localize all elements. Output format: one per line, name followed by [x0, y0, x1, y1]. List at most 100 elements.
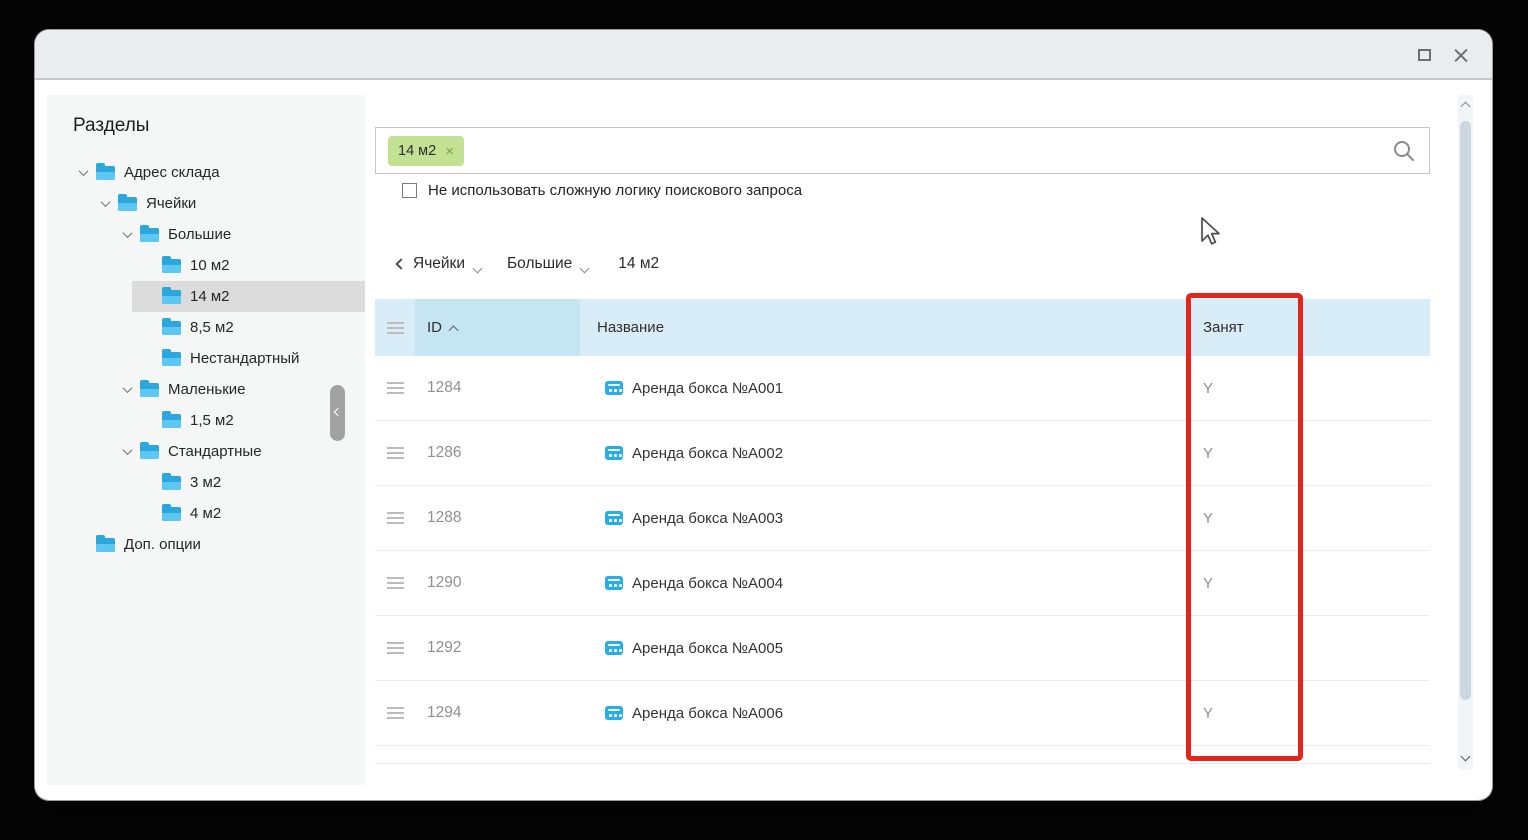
cell-occupied: Y — [1184, 421, 1430, 485]
dropdown-chevron-icon[interactable] — [580, 263, 590, 273]
drag-handle-icon[interactable] — [387, 577, 404, 589]
tree-item[interactable]: Большие — [47, 219, 365, 250]
simple-logic-checkbox-row: Не использовать сложную логику поисковог… — [402, 182, 802, 199]
cell-name[interactable]: Аренда бокса №A002 — [632, 445, 783, 462]
breadcrumb-item-large[interactable]: Большие — [507, 255, 572, 273]
tree-item-label: 14 м2 — [190, 288, 230, 305]
cell-occupied: Y — [1184, 356, 1430, 420]
cell-name[interactable]: Аренда бокса №A005 — [632, 640, 783, 657]
tree-item-label: 3 м2 — [190, 474, 221, 491]
tree-item[interactable]: Маленькие — [47, 374, 365, 405]
simple-logic-checkbox[interactable] — [402, 183, 417, 198]
maximize-button[interactable] — [1418, 49, 1431, 61]
folder-icon — [162, 290, 181, 304]
folder-icon — [162, 352, 181, 366]
drag-handle-icon[interactable] — [387, 382, 404, 394]
table-row[interactable]: 1290 Аренда бокса №A004 Y — [375, 551, 1430, 616]
tree-item-label: Ячейки — [146, 195, 196, 212]
tree-item[interactable]: Нестандартный — [47, 343, 365, 374]
expand-chevron-icon[interactable] — [120, 386, 134, 393]
cell-name[interactable]: Аренда бокса №A003 — [632, 510, 783, 527]
folder-icon — [140, 228, 159, 242]
tree-item[interactable]: Ячейки — [47, 188, 365, 219]
expand-chevron-icon[interactable] — [76, 169, 90, 176]
cell-occupied: Y — [1184, 551, 1430, 615]
table-row[interactable]: 1286 Аренда бокса №A002 Y — [375, 421, 1430, 486]
table-row[interactable]: 1294 Аренда бокса №A006 Y — [375, 681, 1430, 746]
element-icon — [605, 641, 623, 655]
header-menu-icon[interactable] — [387, 322, 404, 334]
search-icon[interactable] — [1392, 139, 1416, 163]
tree-item[interactable]: 8,5 м2 — [47, 312, 365, 343]
element-icon — [605, 446, 623, 460]
tree-item-label: Адрес склада — [124, 164, 220, 181]
cell-id: 1286 — [415, 421, 580, 485]
folder-icon — [140, 383, 159, 397]
tree-item[interactable]: Доп. опции — [47, 529, 365, 560]
tree-item[interactable]: Адрес склада — [47, 157, 365, 188]
scroll-up-icon[interactable] — [1461, 102, 1471, 112]
window-titlebar — [35, 30, 1492, 80]
folder-icon — [96, 538, 115, 552]
element-icon — [605, 381, 623, 395]
drag-handle-icon[interactable] — [387, 707, 404, 719]
tree-item-label: 8,5 м2 — [190, 319, 234, 336]
tree-item[interactable]: 1,5 м2 — [47, 405, 365, 436]
expand-chevron-icon[interactable] — [98, 200, 112, 207]
main-content: 14 м2 × Не использовать сложную логику п… — [375, 95, 1432, 785]
tree-item-label: Стандартные — [168, 443, 262, 460]
cell-name[interactable]: Аренда бокса №A001 — [632, 380, 783, 397]
cell-name[interactable]: Аренда бокса №A006 — [632, 705, 783, 722]
tree-item[interactable]: 3 м2 — [47, 467, 365, 498]
sidebar-collapse-handle[interactable] — [330, 385, 345, 441]
tree-item[interactable]: 14 м2 — [47, 281, 365, 312]
remove-tag-icon[interactable]: × — [445, 144, 454, 159]
folder-icon — [162, 321, 181, 335]
table-row[interactable]: 1292 Аренда бокса №A005 — [375, 616, 1430, 681]
table-header: ID Название Занят — [375, 299, 1430, 356]
scroll-down-icon[interactable] — [1461, 752, 1471, 762]
element-icon — [605, 511, 623, 525]
column-header-occupied[interactable]: Занят — [1184, 299, 1430, 356]
search-input[interactable]: 14 м2 × — [375, 127, 1430, 174]
breadcrumb-item-cells[interactable]: Ячейки — [413, 255, 465, 273]
cell-id: 1288 — [415, 486, 580, 550]
drag-handle-icon[interactable] — [387, 512, 404, 524]
drag-handle-icon[interactable] — [387, 642, 404, 654]
tree-item-label: 1,5 м2 — [190, 412, 234, 429]
folder-icon — [162, 414, 181, 428]
dropdown-chevron-icon[interactable] — [473, 263, 483, 273]
close-button[interactable] — [1452, 47, 1469, 64]
app-window: Разделы Адрес склада Ячейки Большие 10 м… — [35, 30, 1492, 800]
simple-logic-checkbox-label: Не использовать сложную логику поисковог… — [428, 182, 802, 199]
scrollbar-thumb[interactable] — [1460, 121, 1471, 700]
search-filter-tag[interactable]: 14 м2 × — [388, 136, 464, 166]
expand-chevron-icon[interactable] — [120, 448, 134, 455]
table-row[interactable]: 1284 Аренда бокса №A001 Y — [375, 356, 1430, 421]
cell-occupied: Y — [1184, 486, 1430, 550]
tree-item[interactable]: 10 м2 — [47, 250, 365, 281]
sort-asc-icon — [449, 325, 459, 335]
expand-chevron-icon[interactable] — [120, 231, 134, 238]
folder-icon — [96, 166, 115, 180]
search-tag-label: 14 м2 — [398, 143, 436, 159]
table-row[interactable]: 1288 Аренда бокса №A003 Y — [375, 486, 1430, 551]
sidebar-title: Разделы — [73, 115, 149, 137]
breadcrumb-back-icon[interactable] — [395, 258, 406, 269]
tree-item-label: 4 м2 — [190, 505, 221, 522]
section-tree: Адрес склада Ячейки Большие 10 м2 14 м2 … — [47, 157, 365, 560]
column-header-id[interactable]: ID — [415, 299, 580, 356]
column-occupied-label: Занят — [1203, 319, 1244, 336]
cell-name[interactable]: Аренда бокса №A004 — [632, 575, 783, 592]
vertical-scrollbar[interactable] — [1458, 95, 1473, 770]
tree-item[interactable]: Стандартные — [47, 436, 365, 467]
tree-item-label: Доп. опции — [124, 536, 201, 553]
tree-item-label: Нестандартный — [190, 350, 299, 367]
cell-occupied — [1184, 616, 1430, 680]
cell-id: 1294 — [415, 681, 580, 745]
tree-item[interactable]: 4 м2 — [47, 498, 365, 529]
drag-handle-icon[interactable] — [387, 447, 404, 459]
breadcrumb-item-current: 14 м2 — [618, 255, 659, 273]
folder-icon — [118, 197, 137, 211]
column-header-name[interactable]: Название — [580, 299, 1184, 356]
